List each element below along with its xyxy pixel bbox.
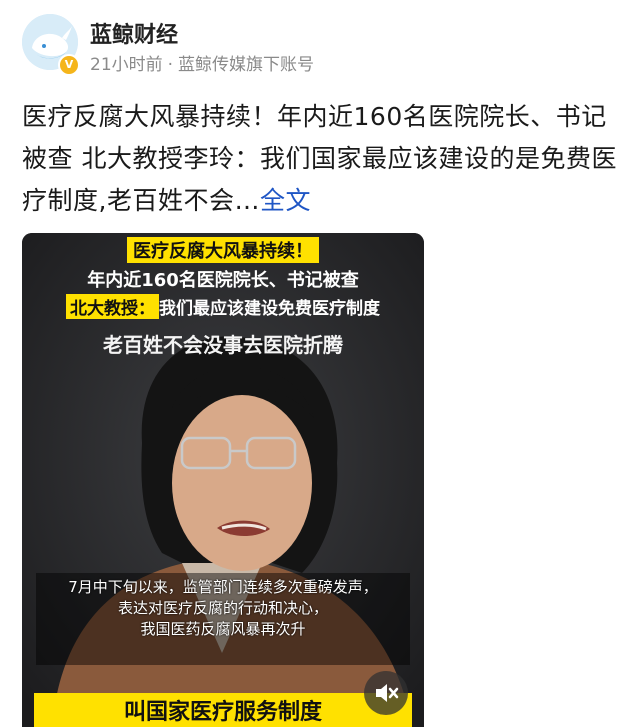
mute-button[interactable] bbox=[364, 671, 408, 715]
video-caption-line2: 年内近160名医院院长、书记被查 bbox=[87, 270, 359, 291]
account-subtitle: 蓝鲸传媒旗下账号 bbox=[178, 55, 315, 75]
post-header: V 蓝鲸财经 21小时前 · 蓝鲸传媒旗下账号 bbox=[22, 14, 622, 76]
caption-highlight: 北大教授： bbox=[66, 294, 159, 319]
post-body[interactable]: 医疗反腐大风暴持续！年内近160名医院院长、书记被查 北大教授李玲：我们国家最应… bbox=[22, 96, 618, 222]
verified-badge-icon: V bbox=[58, 54, 80, 76]
video-player[interactable]: 医疗反腐大风暴持续！ 年内近160名医院院长、书记被查 北大教授： 我们最应该建设… bbox=[22, 233, 424, 727]
post-text: 医疗反腐大风暴持续！年内近160名医院院长、书记被查 北大教授李玲：我们国家最应… bbox=[22, 102, 617, 215]
account-name[interactable]: 蓝鲸财经 bbox=[90, 17, 178, 49]
subtitle-line: 我国医药反腐风暴再次升 bbox=[140, 620, 306, 638]
meta-separator: · bbox=[167, 55, 174, 75]
video-bottom-banner: 叫国家医疗服务制度 bbox=[34, 693, 412, 727]
account-meta: 21小时前 · 蓝鲸传媒旗下账号 bbox=[90, 50, 314, 75]
post-time: 21小时前 bbox=[90, 55, 163, 75]
video-caption-line3: 北大教授： 我们最应该建设免费医疗制度 bbox=[22, 294, 424, 319]
speaker-muted-icon bbox=[376, 684, 399, 702]
caption-line3-rest: 我们最应该建设免费医疗制度 bbox=[159, 299, 380, 319]
subtitle-line: 表达对医疗反腐的行动和决心， bbox=[117, 599, 328, 617]
expand-full-text-link[interactable]: 全文 bbox=[260, 186, 311, 215]
subtitle-line: 7月中下旬以来，监管部门连续多次重磅发声， bbox=[68, 578, 378, 596]
video-caption-line4: 老百姓不会没事去医院折腾 bbox=[103, 333, 343, 357]
video-caption-title: 医疗反腐大风暴持续！ bbox=[22, 237, 424, 263]
